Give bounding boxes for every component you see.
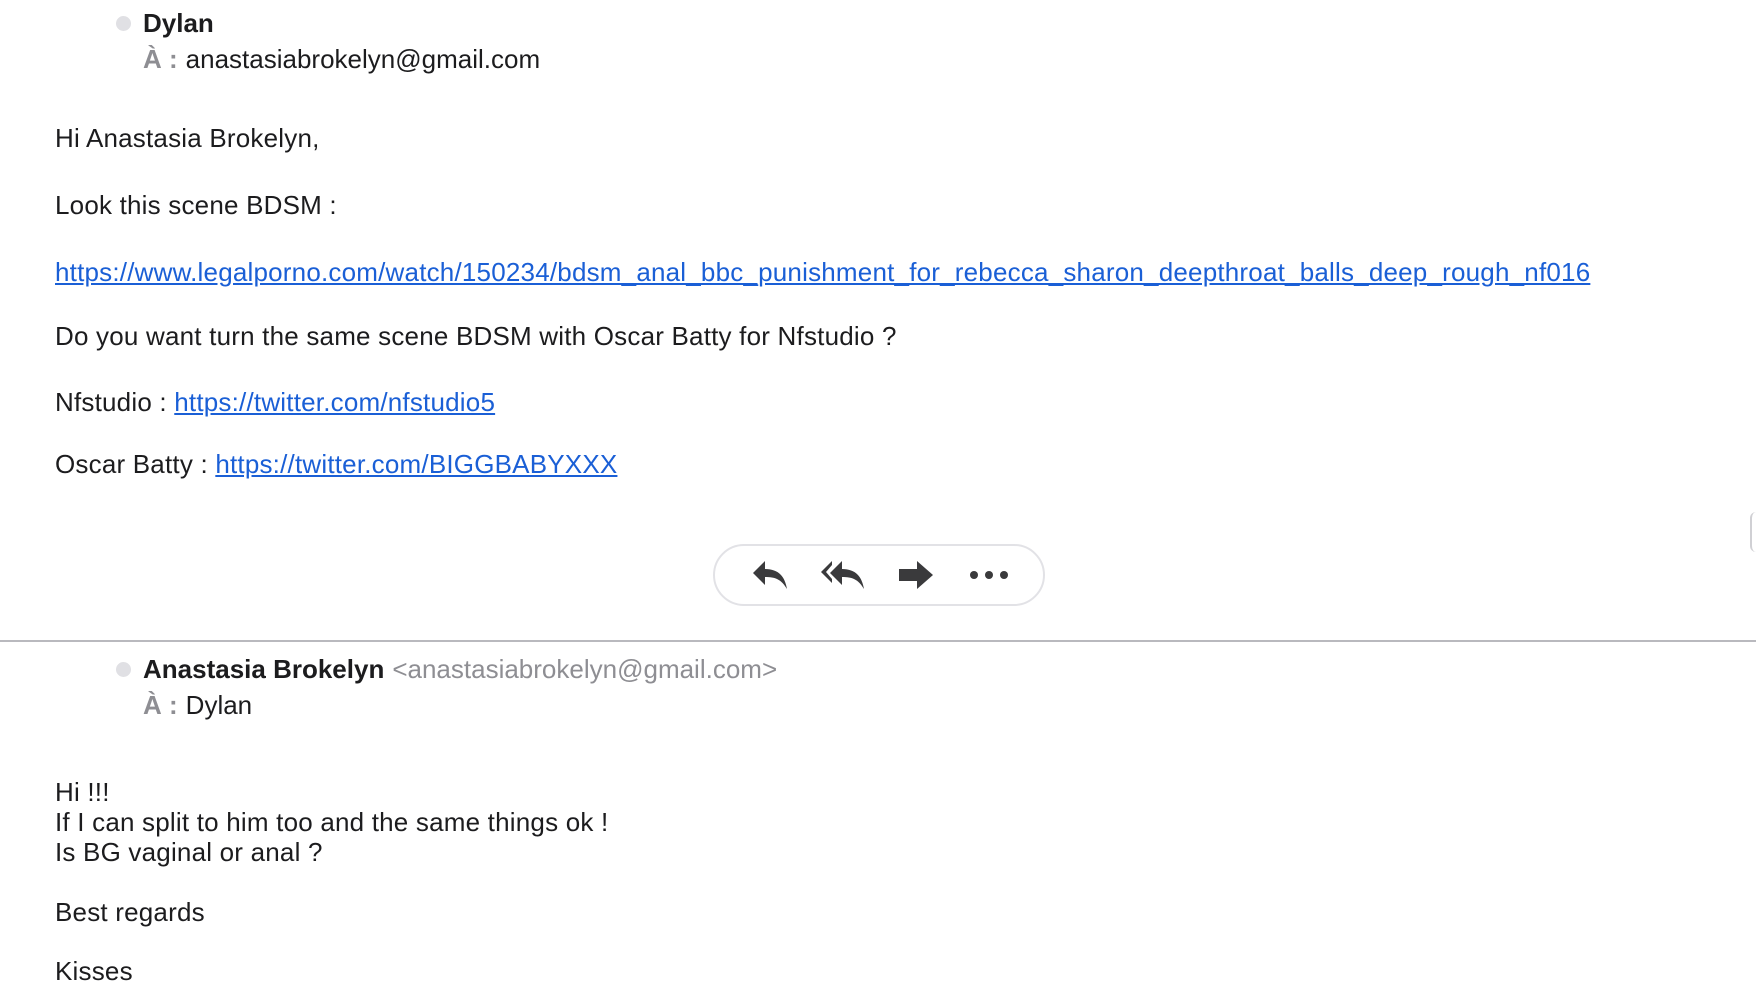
sender-email[interactable]: <anastasiabrokelyn@gmail.com> bbox=[392, 654, 777, 685]
reply-icon bbox=[752, 561, 787, 589]
nfstudio-link[interactable]: https://twitter.com/nfstudio5 bbox=[174, 387, 495, 417]
nfstudio-line: Nfstudio : https://twitter.com/nfstudio5 bbox=[55, 387, 495, 418]
oscar-label: Oscar Batty : bbox=[55, 449, 208, 479]
scene-link-line: https://www.legalporno.com/watch/150234/… bbox=[55, 257, 1590, 288]
more-icon bbox=[969, 571, 1008, 579]
greeting-text: Hi Anastasia Brokelyn, bbox=[55, 123, 320, 153]
scroll-edge-indicator bbox=[1750, 512, 1756, 552]
forward-button[interactable] bbox=[888, 552, 944, 598]
reply-button[interactable] bbox=[742, 552, 798, 598]
signoff-text: Best regards bbox=[55, 897, 205, 927]
oscar-link[interactable]: https://twitter.com/BIGGBABYXXX bbox=[215, 449, 617, 479]
to-label: À : bbox=[143, 690, 178, 720]
oscar-line: Oscar Batty : https://twitter.com/BIGGBA… bbox=[55, 449, 617, 480]
forward-icon bbox=[898, 561, 933, 589]
reply-all-button[interactable] bbox=[815, 552, 871, 598]
body-line: Is BG vaginal or anal ? bbox=[55, 837, 323, 867]
sender-row: Anastasia Brokelyn <anastasiabrokelyn@gm… bbox=[116, 654, 777, 685]
recipient-email[interactable]: anastasiabrokelyn@gmail.com bbox=[186, 44, 540, 75]
read-status-dot-icon bbox=[116, 662, 131, 677]
body-line: If I can split to him too and the same t… bbox=[55, 807, 609, 837]
recipient-row: À : anastasiabrokelyn@gmail.com bbox=[143, 44, 540, 75]
scene-link[interactable]: https://www.legalporno.com/watch/150234/… bbox=[55, 257, 1590, 287]
recipient-name[interactable]: Dylan bbox=[186, 690, 252, 721]
more-button[interactable] bbox=[961, 552, 1017, 598]
body-line: Hi !!! bbox=[55, 777, 110, 807]
message-actions-bar bbox=[713, 544, 1045, 606]
body-text: Look this scene BDSM : bbox=[55, 190, 337, 220]
question-text: Do you want turn the same scene BDSM wit… bbox=[55, 321, 897, 351]
sender-name[interactable]: Anastasia Brokelyn bbox=[143, 654, 384, 685]
sender-row: Dylan bbox=[116, 8, 214, 39]
nfstudio-label: Nfstudio : bbox=[55, 387, 167, 417]
email-message-2: Anastasia Brokelyn <anastasiabrokelyn@gm… bbox=[0, 642, 1756, 998]
to-label: À : bbox=[143, 44, 178, 74]
reply-all-icon bbox=[820, 561, 864, 589]
closing-text: Kisses bbox=[55, 956, 133, 986]
sender-name[interactable]: Dylan bbox=[143, 8, 214, 39]
recipient-row: À : Dylan bbox=[143, 690, 252, 721]
read-status-dot-icon bbox=[116, 16, 131, 31]
